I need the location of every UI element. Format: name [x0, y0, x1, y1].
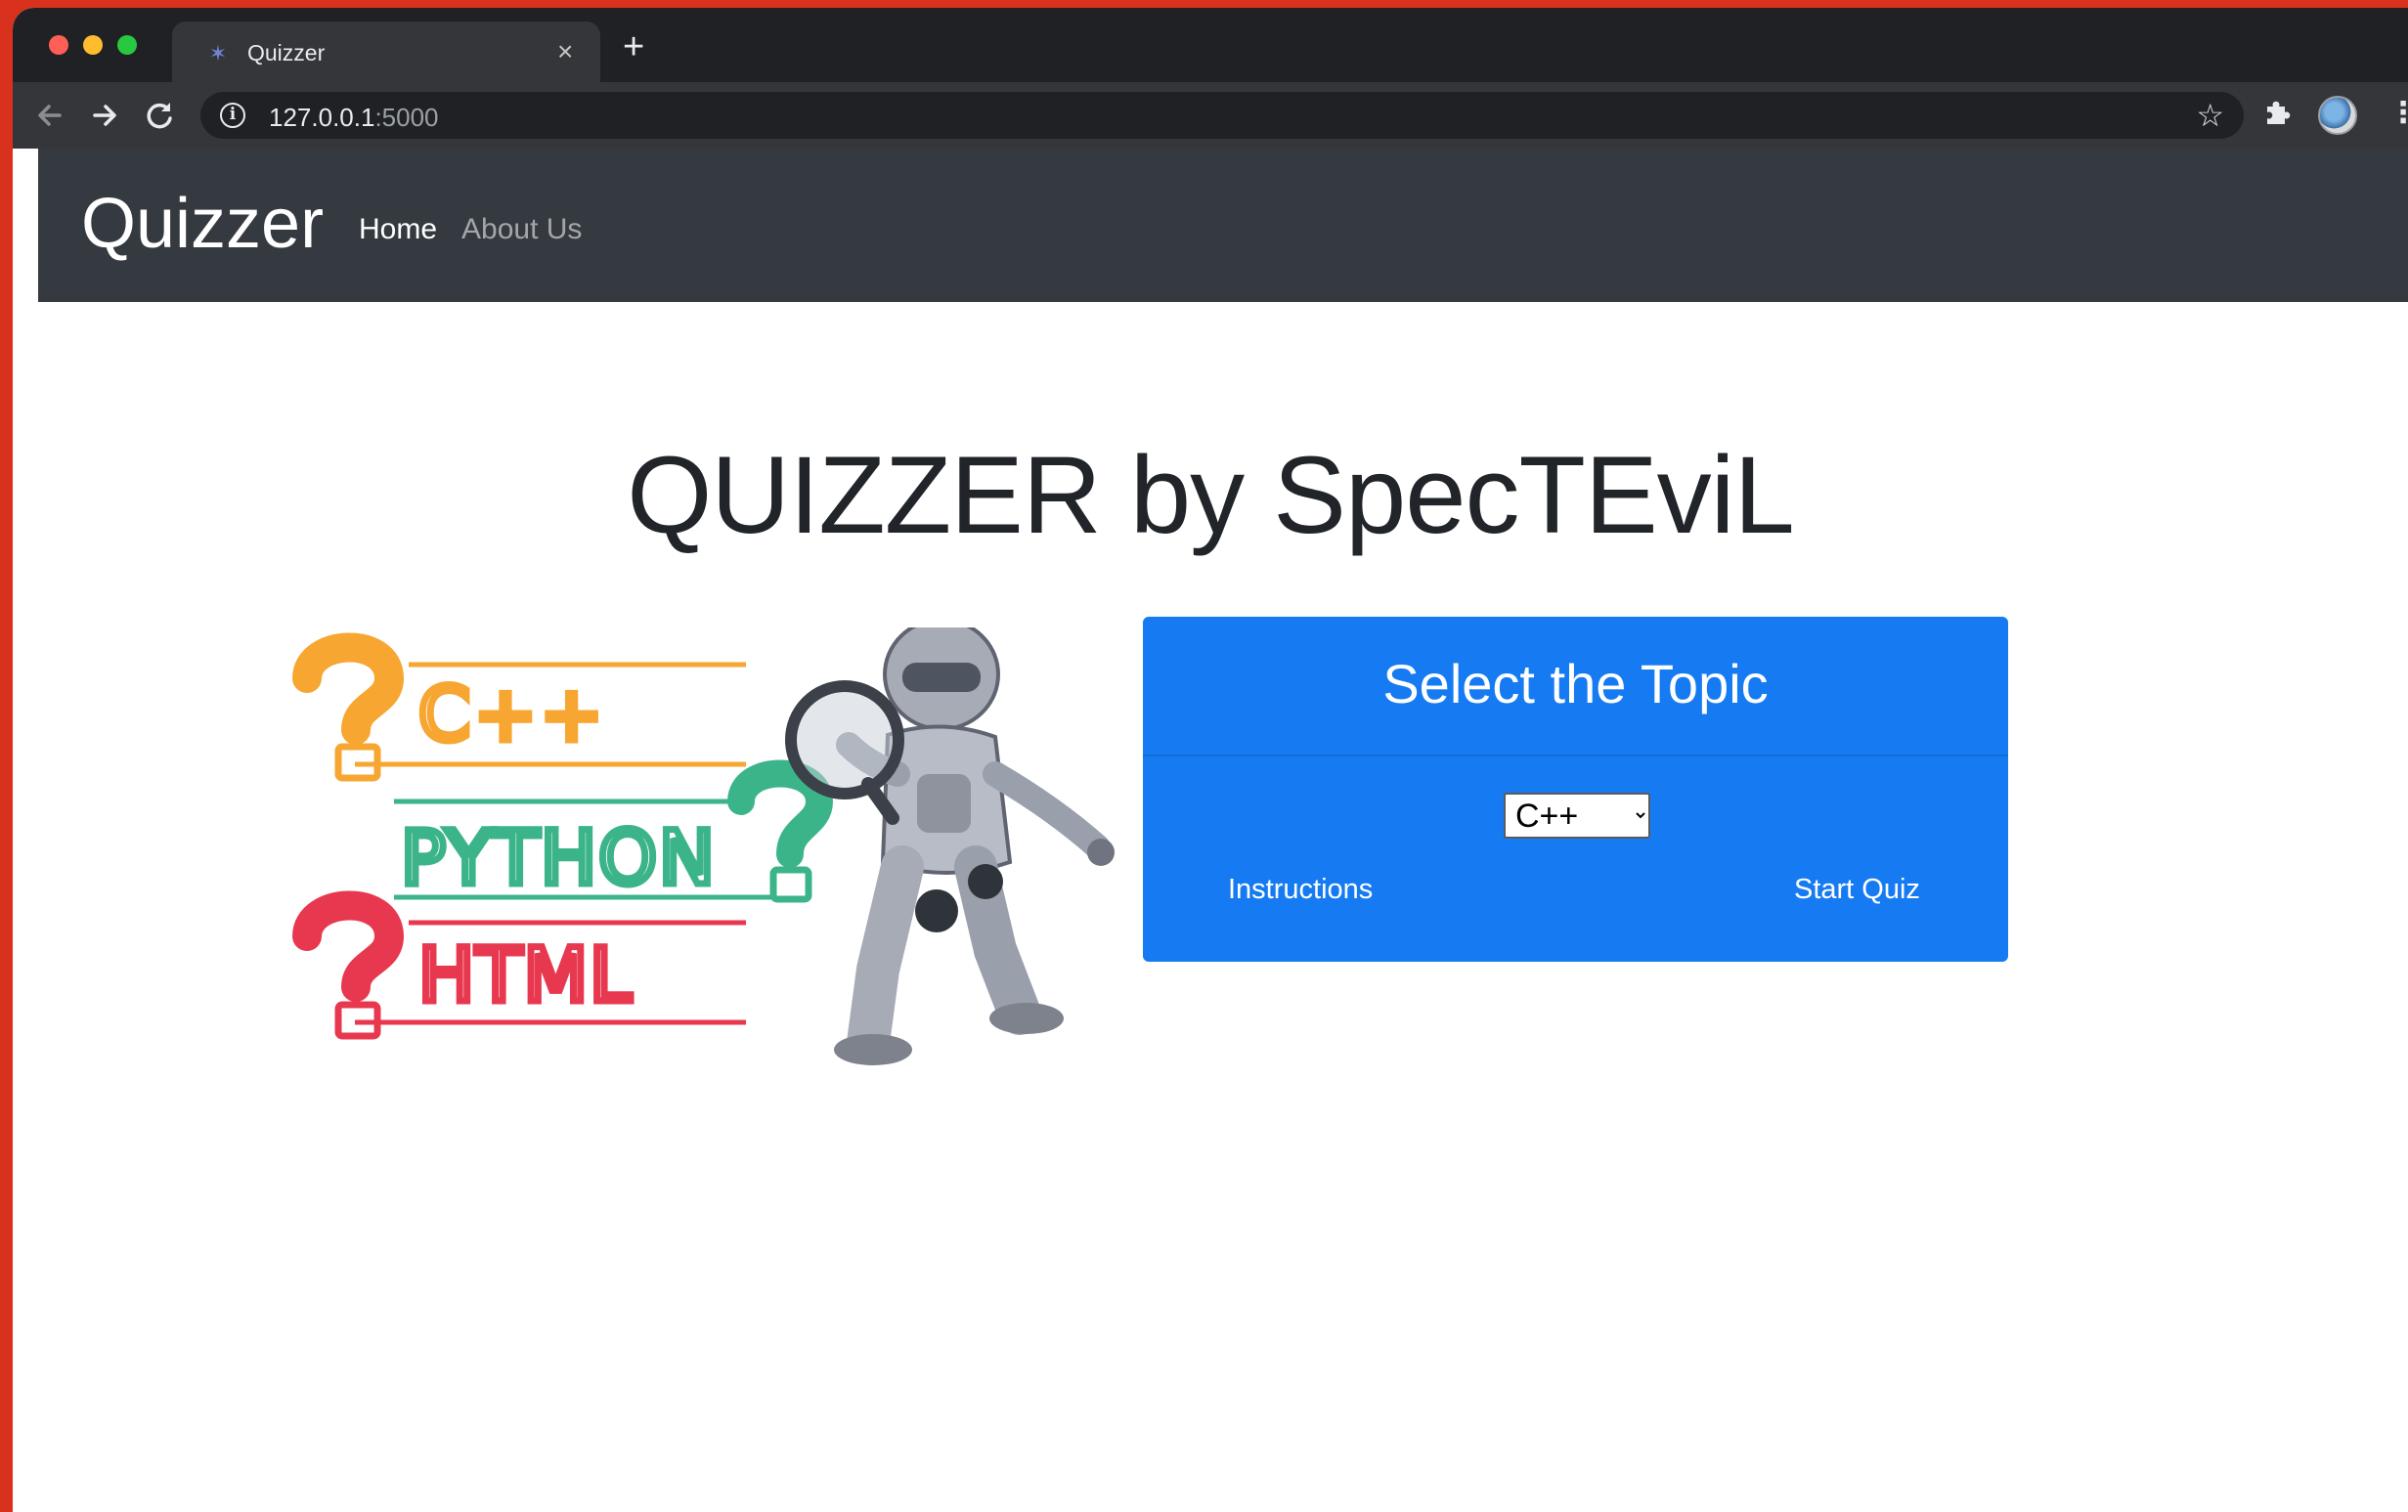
tab-title: Quizzer [247, 40, 326, 65]
browser-window: ✶ Quizzer × + i 127.0.0.1:5000 ☆ ⋮ Quizz… [13, 8, 2408, 1512]
navbar-brand[interactable]: Quizzer [81, 184, 324, 264]
browser-tab[interactable]: ✶ Quizzer × [172, 22, 600, 82]
tab-strip: ✶ Quizzer × + [13, 8, 2408, 82]
topic-select[interactable]: C++ [1504, 793, 1650, 839]
kebab-menu-icon[interactable]: ⋮ [2388, 96, 2408, 131]
topic-card-header: Select the Topic [1143, 617, 2008, 756]
star-icon[interactable]: ☆ [2196, 98, 2224, 133]
reload-icon[interactable] [140, 96, 179, 135]
instructions-link[interactable]: Instructions [1228, 874, 1373, 906]
page-title: QUIZZER by SpecTEviL [627, 434, 1795, 556]
close-tab-icon[interactable]: × [557, 38, 573, 65]
browser-toolbar: i 127.0.0.1:5000 ☆ ⋮ [13, 82, 2408, 149]
back-arrow-icon[interactable] [30, 96, 69, 135]
puzzle-extension-icon[interactable] [2263, 98, 2293, 136]
python-question-mark-icon [727, 759, 834, 903]
topic-card: Select the Topic C++ Instructions Start … [1143, 617, 2008, 962]
html-question-mark-icon [292, 890, 405, 1040]
favicon-icon: ✶ [208, 41, 228, 65]
python-label: PYTHON [401, 814, 717, 901]
quiz-illustration: C++ PYTHON HTML [292, 627, 1115, 1065]
html-label: HTML [418, 931, 634, 1018]
info-icon[interactable]: i [220, 103, 245, 128]
minimize-window-button[interactable] [83, 35, 103, 55]
topic-card-title: Select the Topic [1382, 653, 1769, 714]
cpp-question-mark-icon [292, 632, 405, 782]
forward-arrow-icon[interactable] [85, 96, 124, 135]
close-window-button[interactable] [49, 35, 68, 55]
nav-link-about-us[interactable]: About Us [461, 213, 582, 246]
page-content: Quizzer Home About Us QUIZZER by SpecTEv… [13, 149, 2408, 1512]
robot-with-magnifier-icon [785, 627, 1115, 1065]
url-text: 127.0.0.1:5000 [269, 103, 439, 132]
address-bar[interactable]: i 127.0.0.1:5000 ☆ [200, 92, 2244, 139]
cpp-label: C++ [418, 670, 606, 757]
maximize-window-button[interactable] [117, 35, 137, 55]
nav-link-home[interactable]: Home [359, 213, 437, 246]
start-quiz-link[interactable]: Start Quiz [1794, 874, 1920, 906]
new-tab-icon[interactable]: + [623, 28, 644, 65]
site-navbar: Quizzer Home About Us [38, 149, 2408, 302]
avatar[interactable] [2318, 96, 2357, 135]
